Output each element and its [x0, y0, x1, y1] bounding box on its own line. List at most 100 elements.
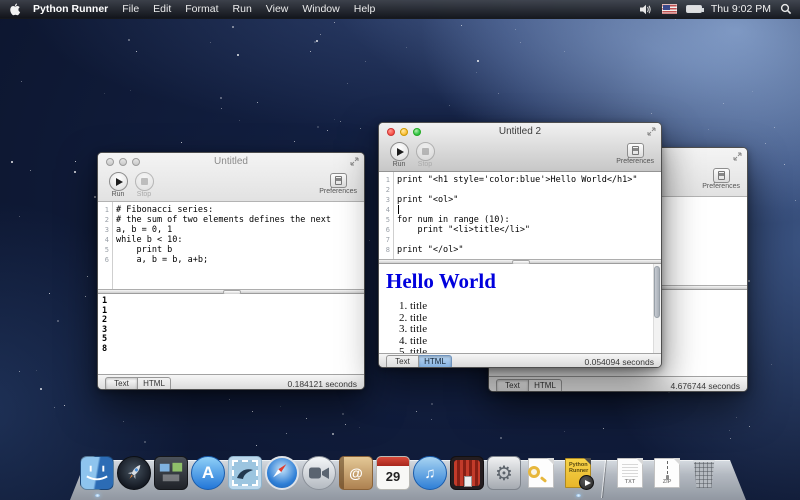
code-line[interactable]: 6 a, b = b, a+b;: [98, 255, 364, 265]
volume-icon[interactable]: [640, 4, 653, 15]
txt-label: TXT: [618, 479, 642, 485]
dock-item-ical[interactable]: 29: [376, 456, 410, 490]
dock-item-address-book[interactable]: @: [339, 456, 373, 490]
resize-icon[interactable]: [733, 152, 742, 161]
resize-icon[interactable]: [350, 157, 359, 166]
run-group[interactable]: Run: [387, 142, 411, 168]
output-line: 8: [102, 345, 364, 355]
output-pane[interactable]: 112358: [98, 294, 364, 374]
output-list-item: title: [410, 313, 661, 325]
menu-window[interactable]: Window: [302, 3, 339, 15]
preferences-group[interactable]: Preferences: [616, 142, 654, 165]
battery-icon[interactable]: [686, 5, 702, 13]
code-line[interactable]: 5 print b: [98, 245, 364, 255]
title-bar[interactable]: Untitled 2: [379, 123, 661, 140]
preferences-button[interactable]: [330, 173, 347, 188]
preferences-button[interactable]: [627, 143, 644, 158]
stop-button[interactable]: [416, 142, 435, 161]
output-mode-segmented[interactable]: TextHTML: [496, 379, 562, 393]
system-preferences-icon: ⚙: [487, 456, 521, 490]
dock-item-system-preferences[interactable]: ⚙: [487, 456, 521, 490]
output-mode-segmented[interactable]: TextHTML: [386, 355, 452, 369]
run-group[interactable]: Run: [106, 172, 130, 198]
code-line[interactable]: 8print "</ol>": [379, 245, 661, 255]
app-menu-title[interactable]: Python Runner: [33, 3, 108, 15]
code-line[interactable]: 6 print "<li>title</li>": [379, 225, 661, 235]
dock-item-zip-file[interactable]: ZIP: [650, 456, 684, 490]
segment-html[interactable]: HTML: [529, 379, 562, 393]
switch-icon: [718, 171, 725, 180]
code-line[interactable]: 1# Fibonacci series:: [98, 205, 364, 215]
stop-group[interactable]: Stop: [413, 142, 437, 168]
dock-item-photo-booth[interactable]: [450, 456, 484, 490]
code-line[interactable]: 3a, b = 0, 1: [98, 225, 364, 235]
dock-item-mission-control[interactable]: [154, 456, 188, 490]
code-line[interactable]: 7: [379, 235, 661, 245]
menu-file[interactable]: File: [122, 3, 139, 15]
zip-file-icon: ZIP: [650, 456, 684, 490]
code-line[interactable]: 2: [379, 185, 661, 195]
output-mode-segmented[interactable]: TextHTML: [105, 377, 171, 391]
title-bar[interactable]: Untitled: [98, 153, 364, 170]
menu-view[interactable]: View: [266, 3, 289, 15]
code-line[interactable]: 3print "<ol>": [379, 195, 661, 205]
stop-group[interactable]: Stop: [132, 172, 156, 198]
dock-item-safari[interactable]: [265, 456, 299, 490]
stop-button[interactable]: [135, 172, 154, 191]
dock-item-finder[interactable]: [80, 456, 114, 490]
code-line[interactable]: 4: [379, 205, 661, 215]
output-list-item: title: [410, 347, 661, 353]
menu-run[interactable]: Run: [233, 3, 252, 15]
us-flag-icon[interactable]: [662, 4, 677, 14]
code-line[interactable]: 2# the sum of two elements defines the n…: [98, 215, 364, 225]
document-shape: TXT: [617, 458, 643, 488]
window-untitled-2[interactable]: Untitled 2 Run Stop Preferences: [378, 122, 662, 368]
segment-html[interactable]: HTML: [138, 377, 171, 391]
stop-icon: [141, 178, 148, 185]
resize-icon[interactable]: [647, 127, 656, 136]
run-button[interactable]: [109, 172, 128, 191]
output-pane[interactable]: Hello World titletitletitletitletitletit…: [379, 264, 661, 353]
output-line: 1: [102, 307, 364, 317]
scrollbar-thumb[interactable]: [654, 266, 660, 318]
run-label: Run: [106, 191, 130, 198]
segment-text[interactable]: Text: [496, 379, 529, 393]
dock-item-magnifier-document[interactable]: [524, 456, 558, 490]
apple-menu-icon[interactable]: [0, 3, 33, 16]
code-line[interactable]: 4while b < 10:: [98, 235, 364, 245]
segment-text[interactable]: Text: [386, 355, 419, 369]
txt-file-icon: TXT: [613, 456, 647, 490]
segment-text[interactable]: Text: [105, 377, 138, 391]
scrollbar-track[interactable]: [653, 264, 661, 353]
code-editor[interactable]: 1print "<h1 style='color:blue'>Hello Wor…: [379, 172, 661, 259]
preferences-button[interactable]: [713, 168, 730, 183]
mission-control-icon: [154, 456, 188, 490]
dock-item-trash[interactable]: [687, 456, 721, 490]
preferences-group[interactable]: Preferences: [702, 167, 740, 190]
code-line[interactable]: 5for num in range (10):: [379, 215, 661, 225]
menu-edit[interactable]: Edit: [153, 3, 171, 15]
menu-format[interactable]: Format: [185, 3, 218, 15]
photo-strip-shape: [464, 476, 472, 487]
calendar-day: 29: [377, 466, 409, 487]
spotlight-icon[interactable]: [780, 3, 792, 15]
preferences-label: Preferences: [702, 183, 740, 190]
code-editor[interactable]: 1# Fibonacci series:2# the sum of two el…: [98, 202, 364, 289]
dock-item-facetime[interactable]: [302, 456, 336, 490]
dock-item-app-store[interactable]: A: [191, 456, 225, 490]
dock-item-itunes[interactable]: ♫: [413, 456, 447, 490]
dock-item-mail[interactable]: [228, 456, 262, 490]
dock-item-python-runner[interactable]: Python Runner: [561, 456, 595, 490]
run-button[interactable]: [390, 142, 409, 161]
dock-item-txt-file[interactable]: TXT: [613, 456, 647, 490]
switch-icon: [632, 146, 639, 155]
code-line[interactable]: 1print "<h1 style='color:blue'>Hello Wor…: [379, 175, 661, 185]
output-line: 2: [102, 316, 364, 326]
desktop: Python Runner File Edit Format Run View …: [0, 0, 800, 500]
dock-item-launchpad[interactable]: [117, 456, 151, 490]
window-untitled[interactable]: Untitled Run Stop Preferences 1# Fibonac…: [97, 152, 365, 390]
menubar-clock[interactable]: Thu 9:02 PM: [711, 3, 771, 15]
segment-html[interactable]: HTML: [419, 355, 452, 369]
menu-help[interactable]: Help: [354, 3, 376, 15]
preferences-group[interactable]: Preferences: [319, 172, 357, 195]
